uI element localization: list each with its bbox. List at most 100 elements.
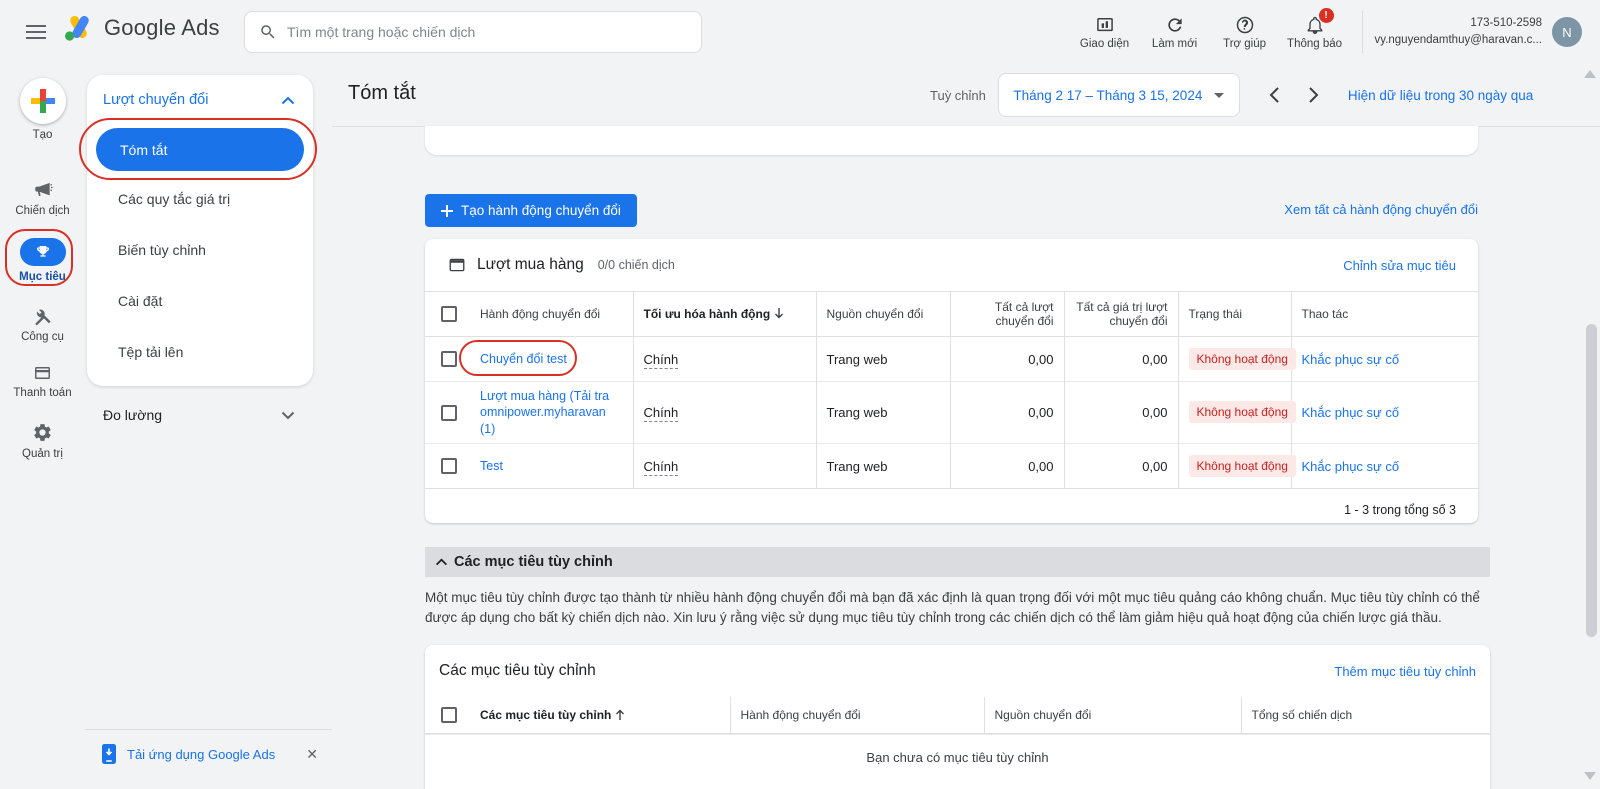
- sort-asc-icon: [615, 709, 625, 720]
- account-info: 173-510-2598 vy.nguyendamthuy@haravan.c.…: [1375, 15, 1542, 48]
- appearance-button[interactable]: Giao diện: [1070, 15, 1140, 50]
- subnav-section-conversions[interactable]: Lượt chuyển đổi: [87, 77, 313, 123]
- refresh-button[interactable]: Làm mới: [1140, 15, 1210, 50]
- subnav-item-uploads[interactable]: Tệp tải lên: [87, 326, 313, 377]
- scrolled-card-remnant: [425, 126, 1478, 155]
- purchases-title: Lượt mua hàng: [477, 256, 584, 274]
- campaigns-label: Chiến dịch: [0, 205, 85, 217]
- all-conversions-value: 0,00: [950, 443, 1064, 488]
- collapse-chevron-icon: [435, 558, 448, 566]
- sidebar-item-create[interactable]: Tạo: [0, 78, 85, 141]
- trophy-icon: [35, 244, 51, 260]
- col-all-conversions[interactable]: Tất cả lượt chuyển đổi: [950, 292, 1064, 337]
- scrollbar-up-arrow[interactable]: [1584, 70, 1596, 78]
- prev-period-button[interactable]: [1254, 75, 1294, 115]
- edit-goal-link[interactable]: Chỉnh sửa mục tiêu: [1343, 258, 1456, 273]
- app-promo-link[interactable]: Tải ứng dụng Google Ads: [127, 747, 275, 762]
- notifications-label: Thông báo: [1287, 38, 1342, 50]
- top-bar: Google Ads Giao diện Làm mới: [0, 0, 1600, 64]
- menu-icon[interactable]: [26, 25, 46, 39]
- date-range-value: Tháng 2 17 – Tháng 3 15, 2024: [1013, 88, 1202, 103]
- chevron-right-icon: [1308, 86, 1320, 104]
- fix-issue-link[interactable]: Khắc phục sự cố: [1302, 405, 1400, 420]
- appearance-icon: [1095, 15, 1115, 35]
- show-data-link[interactable]: Hiện dữ liệu trong 30 ngày qua: [1348, 88, 1533, 103]
- caret-down-icon: [1214, 93, 1224, 98]
- all-conversions-value: 0,00: [950, 382, 1064, 444]
- subnav-section-title: Lượt chuyển đổi: [103, 92, 208, 108]
- view-all-conversion-actions-link[interactable]: Xem tất cả hành động chuyển đổi: [425, 202, 1478, 217]
- phone-download-icon: [101, 743, 117, 765]
- page-title: Tóm tắt: [348, 82, 416, 105]
- col-all-conv-value[interactable]: Tất cả giá trị lượt chuyển đổi: [1064, 292, 1178, 337]
- refresh-icon: [1165, 15, 1185, 35]
- conversion-action-link[interactable]: Lượt mua hàng (Tải tra omnipower.myharav…: [480, 389, 609, 436]
- admin-label: Quản trị: [0, 448, 85, 460]
- sidebar-item-billing[interactable]: Thanh toán: [0, 364, 85, 399]
- create-label: Tạo: [0, 129, 85, 141]
- status-badge: Không hoạt động: [1189, 401, 1296, 423]
- custom-goals-card: Các mục tiêu tùy chỉnh Thêm mục tiêu tùy…: [425, 645, 1490, 789]
- custom-goals-banner-title: Các mục tiêu tùy chỉnh: [454, 554, 613, 570]
- help-button[interactable]: Trợ giúp: [1210, 15, 1280, 50]
- topbar-divider: [1362, 11, 1363, 53]
- google-ads-logo: Google Ads: [64, 14, 220, 42]
- purchases-subtitle: 0/0 chiến dịch: [598, 258, 675, 272]
- row-checkbox[interactable]: [441, 458, 457, 474]
- col-conversion-action[interactable]: Hành động chuyển đổi: [470, 292, 633, 337]
- row-checkbox[interactable]: [441, 405, 457, 421]
- optimization-value[interactable]: Chính: [644, 459, 679, 476]
- col-source[interactable]: Nguồn chuyển đổi: [816, 292, 950, 337]
- optimization-value[interactable]: Chính: [644, 352, 679, 369]
- megaphone-icon: [32, 180, 54, 200]
- fix-issue-link[interactable]: Khắc phục sự cố: [1302, 459, 1400, 474]
- conversion-action-link[interactable]: Chuyển đổi test: [480, 352, 567, 366]
- all-conv-value: 0,00: [1064, 382, 1178, 444]
- billing-label: Thanh toán: [0, 387, 85, 399]
- logo-text: Google Ads: [104, 15, 220, 41]
- col-optimization[interactable]: Tối ưu hóa hành động: [633, 292, 816, 337]
- account-id: 173-510-2598: [1375, 15, 1542, 32]
- subnav-item-summary[interactable]: Tóm tắt: [96, 128, 304, 171]
- col-custom-goals[interactable]: Các mục tiêu tùy chỉnh: [470, 697, 730, 733]
- notifications-button[interactable]: ! Thông báo: [1280, 15, 1350, 50]
- col-total-campaigns[interactable]: Tổng số chiến dịch: [1241, 697, 1490, 733]
- row-checkbox[interactable]: [441, 351, 457, 367]
- optimization-value[interactable]: Chính: [644, 405, 679, 422]
- purchases-card: Lượt mua hàng 0/0 chiến dịch Chỉnh sửa m…: [425, 239, 1478, 523]
- subnav-item-value-rules[interactable]: Các quy tắc giá trị: [87, 173, 313, 224]
- next-period-button[interactable]: [1294, 75, 1334, 115]
- add-custom-goal-link[interactable]: Thêm mục tiêu tùy chỉnh: [1334, 664, 1476, 679]
- conversion-action-link[interactable]: Test: [480, 459, 503, 473]
- sidebar-item-goals[interactable]: Mục tiêu: [0, 238, 85, 283]
- close-icon[interactable]: ✕: [306, 746, 318, 763]
- sidebar-item-campaigns[interactable]: Chiến dịch: [0, 180, 85, 217]
- status-badge: Không hoạt động: [1189, 455, 1296, 477]
- google-ads-logo-icon: [64, 14, 94, 42]
- sidebar-item-admin[interactable]: Quản trị: [0, 422, 85, 460]
- search-icon: [259, 23, 277, 41]
- subnav-item-custom-variables[interactable]: Biến tùy chỉnh: [87, 224, 313, 275]
- search-input[interactable]: [287, 24, 687, 40]
- col-status[interactable]: Trạng thái: [1178, 292, 1291, 337]
- col-conversion-actions[interactable]: Hành động chuyển đổi: [730, 697, 984, 733]
- select-all-checkbox[interactable]: [441, 707, 457, 723]
- custom-goals-section-toggle[interactable]: Các mục tiêu tùy chỉnh: [425, 547, 1490, 577]
- scrollbar-down-arrow[interactable]: [1584, 772, 1596, 780]
- help-icon: [1235, 15, 1255, 35]
- select-all-checkbox[interactable]: [441, 306, 457, 322]
- date-range-picker[interactable]: Tháng 2 17 – Tháng 3 15, 2024: [998, 73, 1240, 117]
- fix-issue-link[interactable]: Khắc phục sự cố: [1302, 352, 1400, 367]
- help-label: Trợ giúp: [1223, 38, 1266, 50]
- search-box[interactable]: [244, 11, 702, 53]
- appearance-label: Giao diện: [1080, 38, 1129, 50]
- col-source[interactable]: Nguồn chuyển đổi: [984, 697, 1241, 733]
- subnav-section-measurement[interactable]: Đo lường: [87, 398, 313, 432]
- all-conv-value: 0,00: [1064, 337, 1178, 382]
- avatar[interactable]: N: [1552, 17, 1582, 47]
- subnav-item-settings[interactable]: Cài đặt: [87, 275, 313, 326]
- col-actions[interactable]: Thao tác: [1291, 292, 1478, 337]
- sidebar-item-tools[interactable]: Công cụ: [0, 306, 85, 343]
- custom-goals-description: Một mục tiêu tùy chỉnh được tạo thành từ…: [425, 588, 1487, 629]
- scrollbar-thumb[interactable]: [1586, 324, 1597, 637]
